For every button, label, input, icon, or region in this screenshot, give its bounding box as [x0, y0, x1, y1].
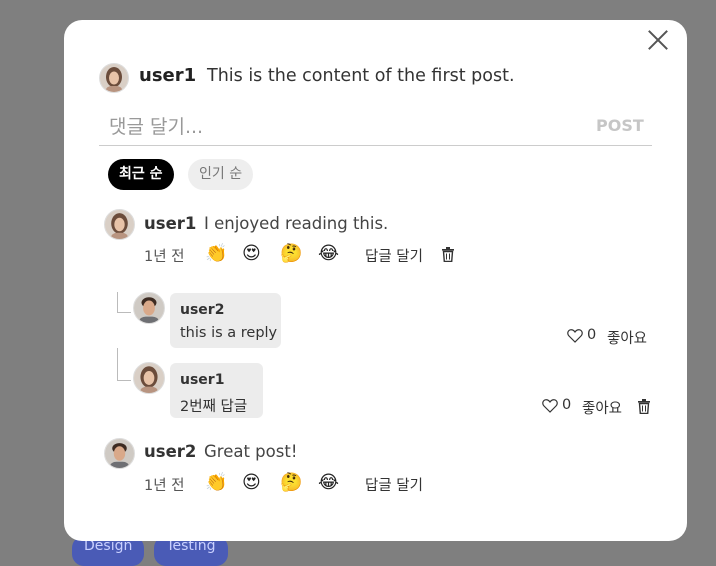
- like-count: 0: [562, 397, 572, 413]
- avatar[interactable]: [133, 362, 165, 394]
- reply-bubble: user1 2번째 답글: [170, 363, 263, 418]
- heart-icon: [542, 398, 558, 413]
- comment-text: I enjoyed reading this.: [204, 214, 389, 233]
- reply-text: this is a reply: [180, 325, 278, 341]
- trash-icon[interactable]: [441, 247, 455, 262]
- comment-time: 1년 전: [144, 249, 185, 265]
- like-button[interactable]: 0: [567, 327, 596, 343]
- post-button[interactable]: POST: [596, 116, 644, 135]
- laughing-emoji-button[interactable]: 😂: [318, 472, 339, 493]
- thread-connector: [117, 348, 131, 381]
- avatar[interactable]: [104, 438, 135, 469]
- post-content: This is the content of the first post.: [207, 66, 515, 86]
- reply-bubble: user2 this is a reply: [170, 293, 281, 348]
- reply-text: 2번째 답글: [180, 399, 248, 415]
- post-username[interactable]: user1: [139, 65, 196, 86]
- avatar[interactable]: [99, 63, 129, 93]
- comment-input[interactable]: [99, 108, 652, 146]
- reply-username[interactable]: user2: [180, 302, 224, 318]
- thinking-emoji-button[interactable]: 🤔: [280, 472, 302, 493]
- like-count: 0: [587, 327, 597, 343]
- clap-emoji-button[interactable]: 👏: [205, 472, 227, 493]
- like-button[interactable]: 0: [542, 397, 571, 413]
- comment-username[interactable]: user2: [144, 442, 196, 461]
- close-icon[interactable]: [645, 27, 671, 53]
- thinking-emoji-button[interactable]: 🤔: [280, 243, 302, 264]
- thread-connector: [117, 292, 131, 313]
- trash-icon[interactable]: [637, 399, 651, 414]
- avatar[interactable]: [133, 292, 165, 324]
- heart-icon: [567, 328, 583, 343]
- like-label[interactable]: 좋아요: [582, 397, 622, 418]
- reply-button[interactable]: 답글 달기: [365, 474, 423, 495]
- like-label[interactable]: 좋아요: [607, 327, 647, 348]
- post-header: user1 This is the content of the first p…: [99, 63, 659, 93]
- reply-button[interactable]: 답글 달기: [365, 245, 423, 266]
- comments-modal: user1 This is the content of the first p…: [64, 20, 687, 541]
- comment-time: 1년 전: [144, 478, 185, 494]
- laughing-emoji-button[interactable]: 😂: [318, 243, 339, 264]
- comment-username[interactable]: user1: [144, 214, 196, 233]
- heart-eyes-emoji-button[interactable]: 😍: [242, 243, 261, 264]
- reply-username[interactable]: user1: [180, 372, 224, 388]
- sort-popular-button[interactable]: 인기 순: [188, 159, 254, 190]
- comment-text: Great post!: [204, 442, 298, 461]
- avatar[interactable]: [104, 209, 135, 240]
- clap-emoji-button[interactable]: 👏: [205, 243, 227, 264]
- sort-recent-button[interactable]: 최근 순: [108, 159, 174, 190]
- heart-eyes-emoji-button[interactable]: 😍: [242, 472, 261, 493]
